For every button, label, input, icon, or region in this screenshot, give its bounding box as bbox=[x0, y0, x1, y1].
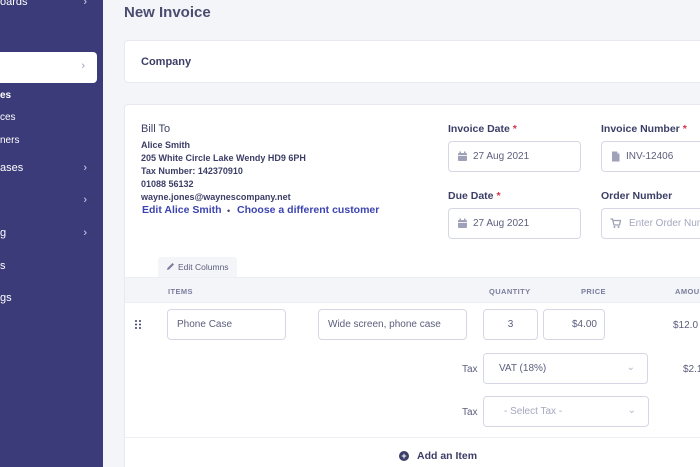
sidebar-item-label: oards bbox=[0, 0, 28, 8]
calendar-icon bbox=[458, 151, 467, 161]
sidebar-item-label: ases bbox=[0, 162, 24, 174]
edit-customer-link[interactable]: Edit Alice Smith bbox=[142, 204, 222, 216]
add-item-label: Add an Item bbox=[417, 450, 478, 462]
order-number-placeholder: Enter Order Num bbox=[629, 218, 700, 229]
customer-phone: 01088 56132 bbox=[141, 179, 194, 189]
order-number-label: Order Number bbox=[601, 190, 673, 202]
sidebar-item-settings[interactable]: gs bbox=[0, 292, 103, 308]
sidebar-subitem[interactable]: ners bbox=[0, 135, 19, 146]
document-icon bbox=[612, 151, 620, 162]
company-label: Company bbox=[141, 56, 192, 68]
column-header-price: PRICE bbox=[581, 287, 606, 296]
sidebar: oards › › es ces ners ases › › g › s gs bbox=[0, 0, 103, 467]
column-header-amount: AMOUN bbox=[675, 287, 700, 296]
item-name-value: Phone Case bbox=[177, 319, 233, 330]
change-customer-link[interactable]: Choose a different customer bbox=[237, 204, 379, 216]
line-amount: $12.0 bbox=[673, 320, 699, 331]
plus-circle-icon: + bbox=[399, 451, 409, 461]
column-header-quantity: QUANTITY bbox=[489, 287, 531, 296]
customer-email: wayne.jones@waynescompany.net bbox=[141, 192, 291, 202]
tax-select-value: VAT (18%) bbox=[499, 363, 547, 374]
chevron-right-icon: › bbox=[83, 194, 87, 206]
tax-select-placeholder: - Select Tax - bbox=[504, 406, 563, 417]
quantity-input[interactable]: 3 bbox=[483, 309, 538, 340]
due-date-label: Due Date * bbox=[448, 190, 501, 202]
tax-label: Tax bbox=[462, 407, 478, 418]
item-name-input[interactable]: Phone Case bbox=[167, 309, 286, 340]
sidebar-subitem[interactable]: ces bbox=[0, 112, 16, 123]
cart-icon bbox=[610, 218, 621, 228]
sidebar-item-reports[interactable]: s bbox=[0, 260, 103, 276]
invoice-card: Bill To Alice Smith 205 White Circle Lak… bbox=[124, 104, 700, 467]
due-date-field[interactable]: 27 Aug 2021 bbox=[448, 208, 581, 239]
invoice-number-value: INV-12406 bbox=[626, 151, 674, 162]
sidebar-item-label: g bbox=[0, 227, 7, 239]
customer-address: 205 White Circle Lake Wendy HD9 6PH bbox=[141, 153, 306, 163]
sidebar-item-collapsed[interactable]: › bbox=[0, 194, 103, 210]
chevron-right-icon: › bbox=[83, 227, 87, 239]
bill-to-heading: Bill To bbox=[141, 123, 171, 135]
sidebar-item-dashboards[interactable]: oards › bbox=[0, 0, 103, 12]
order-number-field[interactable]: Enter Order Num bbox=[601, 208, 700, 239]
chevron-down-icon: ⌄ bbox=[627, 405, 636, 416]
table-header: ITEMS QUANTITY PRICE AMOUN bbox=[125, 277, 700, 303]
chevron-right-icon: › bbox=[81, 60, 85, 72]
divider bbox=[125, 437, 700, 438]
sidebar-item-label: gs bbox=[0, 292, 12, 304]
invoice-date-label: Invoice Date * bbox=[448, 123, 517, 135]
invoice-number-label: Invoice Number * bbox=[601, 123, 687, 135]
invoice-date-field[interactable]: 27 Aug 2021 bbox=[448, 141, 581, 172]
tax-select[interactable]: VAT (18%) ⌄ bbox=[483, 353, 648, 384]
chevron-right-icon: › bbox=[83, 0, 87, 8]
invoice-number-field[interactable]: INV-12406 bbox=[601, 141, 700, 172]
sidebar-item-active[interactable]: › bbox=[0, 52, 97, 83]
customer-name: Alice Smith bbox=[141, 140, 191, 150]
calendar-icon bbox=[458, 218, 467, 228]
tax-select[interactable]: - Select Tax - ⌄ bbox=[483, 396, 649, 427]
due-date-value: 27 Aug 2021 bbox=[473, 218, 530, 229]
column-header-items: ITEMS bbox=[168, 287, 193, 296]
sidebar-subitem[interactable]: es bbox=[0, 90, 11, 101]
drag-handle-icon[interactable] bbox=[135, 320, 141, 329]
customer-tax-number: Tax Number: 142370910 bbox=[141, 166, 243, 176]
price-value: $4.00 bbox=[571, 319, 597, 330]
price-input[interactable]: $4.00 bbox=[543, 309, 605, 340]
chevron-right-icon: › bbox=[83, 162, 87, 174]
company-card[interactable]: Company bbox=[124, 40, 700, 83]
tax-label: Tax bbox=[462, 364, 478, 375]
quantity-value: 3 bbox=[507, 319, 514, 330]
chevron-down-icon: ⌄ bbox=[626, 362, 635, 373]
link-separator: • bbox=[227, 206, 231, 216]
edit-columns-label: Edit Columns bbox=[178, 262, 229, 272]
invoice-date-value: 27 Aug 2021 bbox=[473, 151, 530, 162]
item-description-input[interactable]: Wide screen, phone case bbox=[318, 309, 467, 340]
page-title: New Invoice bbox=[124, 4, 211, 21]
pencil-icon bbox=[167, 263, 174, 270]
sidebar-item-label: s bbox=[0, 260, 6, 272]
sidebar-item-accounting[interactable]: g › bbox=[0, 227, 103, 243]
item-description-value: Wide screen, phone case bbox=[328, 319, 441, 330]
sidebar-item-purchases[interactable]: ases › bbox=[0, 162, 103, 178]
edit-columns-button[interactable]: Edit Columns bbox=[158, 257, 237, 277]
tax-amount: $2.1 bbox=[683, 364, 700, 375]
